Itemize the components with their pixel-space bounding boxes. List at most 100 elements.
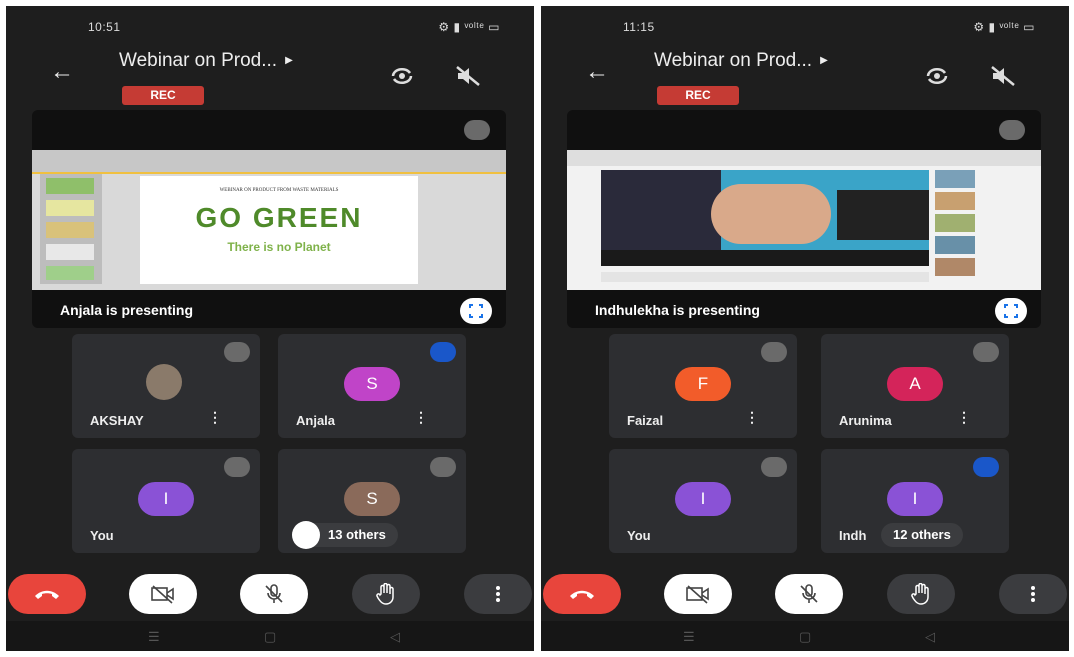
speaker-off-icon[interactable] bbox=[454, 64, 482, 88]
participant-tile[interactable]: F Faizal ⋮ bbox=[609, 334, 797, 438]
avatar: I bbox=[138, 482, 194, 516]
video-player bbox=[601, 170, 929, 266]
slide-canvas: WEBINAR ON PRODUCT FROM WASTE MATERIALS … bbox=[140, 176, 418, 284]
camera-off-icon bbox=[686, 585, 709, 604]
mic-off-icon bbox=[800, 584, 818, 603]
more-options-button[interactable] bbox=[464, 574, 532, 614]
back-arrow-icon[interactable]: ← bbox=[50, 58, 74, 86]
participant-name: Indh bbox=[839, 528, 867, 543]
hang-up-icon bbox=[570, 590, 594, 599]
camera-toggle-button[interactable] bbox=[664, 574, 732, 614]
speaker-off-icon[interactable] bbox=[989, 64, 1017, 88]
mic-off-icon bbox=[761, 342, 787, 362]
others-count: 13 others bbox=[328, 527, 386, 542]
video-content bbox=[837, 190, 929, 240]
participant-name: You bbox=[627, 528, 651, 543]
suggested-videos bbox=[935, 170, 1027, 286]
others-count: 12 others bbox=[893, 527, 951, 542]
participant-name: Arunima bbox=[839, 413, 892, 428]
back-nav-icon[interactable]: ◁ bbox=[925, 629, 935, 645]
slide-subtitle: There is no Planet bbox=[227, 240, 331, 254]
recents-icon[interactable]: ☰ bbox=[148, 629, 160, 645]
fullscreen-button[interactable] bbox=[995, 298, 1027, 324]
status-time: 11:15 bbox=[623, 20, 655, 34]
avatar: S bbox=[344, 482, 400, 516]
slide-thumb bbox=[46, 178, 94, 194]
status-icons: ⚙ ▮ ᵛᵒˡᵗᵉ ▭ bbox=[438, 20, 500, 34]
slide-title: GO GREEN bbox=[195, 202, 363, 233]
others-chip[interactable]: 13 others bbox=[292, 521, 398, 549]
hang-up-icon bbox=[35, 590, 59, 599]
participant-name: You bbox=[90, 528, 114, 543]
suggested-thumb[interactable] bbox=[935, 192, 975, 210]
speaking-indicator-icon bbox=[430, 342, 456, 362]
raise-hand-button[interactable] bbox=[887, 574, 955, 614]
rec-badge: REC bbox=[657, 86, 739, 105]
back-nav-icon[interactable]: ◁ bbox=[390, 629, 400, 645]
others-chip[interactable]: 12 others bbox=[881, 523, 963, 547]
browser-toolbar bbox=[567, 150, 1041, 166]
switch-camera-icon[interactable] bbox=[388, 64, 416, 88]
meet-screen-right: 11:15 ⚙ ▮ ᵛᵒˡᵗᵉ ▭ ← Webinar on Prod... ▶ … bbox=[541, 6, 1069, 651]
more-options-icon[interactable]: ⋮ bbox=[208, 409, 222, 426]
system-nav-bar: ☰ ▢ ◁ bbox=[6, 621, 534, 651]
meeting-title[interactable]: Webinar on Prod... ▶ bbox=[654, 50, 828, 72]
camera-toggle-button[interactable] bbox=[129, 574, 197, 614]
fullscreen-icon bbox=[469, 304, 483, 318]
avatar: A bbox=[887, 367, 943, 401]
video-meta bbox=[601, 272, 929, 282]
participant-tile[interactable]: AKSHAY ⋮ bbox=[72, 334, 260, 438]
video-progress-bar[interactable] bbox=[601, 250, 929, 266]
suggested-thumb[interactable] bbox=[935, 236, 975, 254]
home-icon[interactable]: ▢ bbox=[264, 629, 276, 645]
avatar bbox=[146, 364, 182, 400]
suggested-thumb[interactable] bbox=[935, 258, 975, 276]
meet-screen-left: 10:51 ⚙ ▮ ᵛᵒˡᵗᵉ ▭ ← Webinar on Prod... ▶ … bbox=[6, 6, 534, 651]
mic-toggle-button[interactable] bbox=[775, 574, 843, 614]
back-arrow-icon[interactable]: ← bbox=[585, 58, 609, 86]
presentation-panel[interactable]: Indhulekha is presenting bbox=[567, 110, 1041, 328]
participant-tile[interactable]: I You bbox=[72, 449, 260, 553]
status-icons: ⚙ ▮ ᵛᵒˡᵗᵉ ▭ bbox=[973, 20, 1035, 34]
home-icon[interactable]: ▢ bbox=[799, 629, 811, 645]
participant-tile[interactable]: I You bbox=[609, 449, 797, 553]
end-call-button[interactable] bbox=[543, 574, 621, 614]
rec-badge: REC bbox=[122, 86, 204, 105]
participant-tile[interactable]: I Indh 12 others bbox=[821, 449, 1009, 553]
avatar: F bbox=[675, 367, 731, 401]
presenting-label: Indhulekha is presenting bbox=[595, 302, 760, 318]
recents-icon[interactable]: ☰ bbox=[683, 629, 695, 645]
status-time: 10:51 bbox=[88, 20, 121, 34]
mic-toggle-button[interactable] bbox=[240, 574, 308, 614]
mic-off-icon bbox=[464, 120, 490, 140]
end-call-button[interactable] bbox=[8, 574, 86, 614]
more-options-icon[interactable]: ⋮ bbox=[414, 409, 428, 426]
suggested-thumb[interactable] bbox=[935, 170, 975, 188]
more-options-button[interactable] bbox=[999, 574, 1067, 614]
participant-name: AKSHAY bbox=[90, 413, 144, 428]
speaking-indicator-icon bbox=[973, 457, 999, 477]
title-expand-icon: ▶ bbox=[820, 55, 828, 67]
mic-off-icon bbox=[265, 584, 283, 603]
meeting-title[interactable]: Webinar on Prod... ▶ bbox=[119, 50, 293, 72]
more-options-icon[interactable]: ⋮ bbox=[957, 409, 971, 426]
presentation-panel[interactable]: WEBINAR ON PRODUCT FROM WASTE MATERIALS … bbox=[32, 110, 506, 328]
meeting-title-text: Webinar on Prod... bbox=[654, 50, 813, 71]
more-vert-icon bbox=[496, 586, 500, 602]
raise-hand-button[interactable] bbox=[352, 574, 420, 614]
raise-hand-icon bbox=[376, 583, 394, 605]
mic-off-icon bbox=[430, 457, 456, 477]
participant-tile[interactable]: S 13 others bbox=[278, 449, 466, 553]
shared-screen: WEBINAR ON PRODUCT FROM WASTE MATERIALS … bbox=[32, 150, 506, 290]
participant-name: Anjala bbox=[296, 413, 336, 428]
fullscreen-button[interactable] bbox=[460, 298, 492, 324]
mic-off-icon bbox=[224, 457, 250, 477]
more-options-icon[interactable]: ⋮ bbox=[745, 409, 759, 426]
title-expand-icon: ▶ bbox=[285, 55, 293, 67]
participant-tile[interactable]: A Arunima ⋮ bbox=[821, 334, 1009, 438]
participant-tile[interactable]: S Anjala ⋮ bbox=[278, 334, 466, 438]
suggested-thumb[interactable] bbox=[935, 214, 975, 232]
switch-camera-icon[interactable] bbox=[923, 64, 951, 88]
fullscreen-icon bbox=[1004, 304, 1018, 318]
avatar: I bbox=[887, 482, 943, 516]
